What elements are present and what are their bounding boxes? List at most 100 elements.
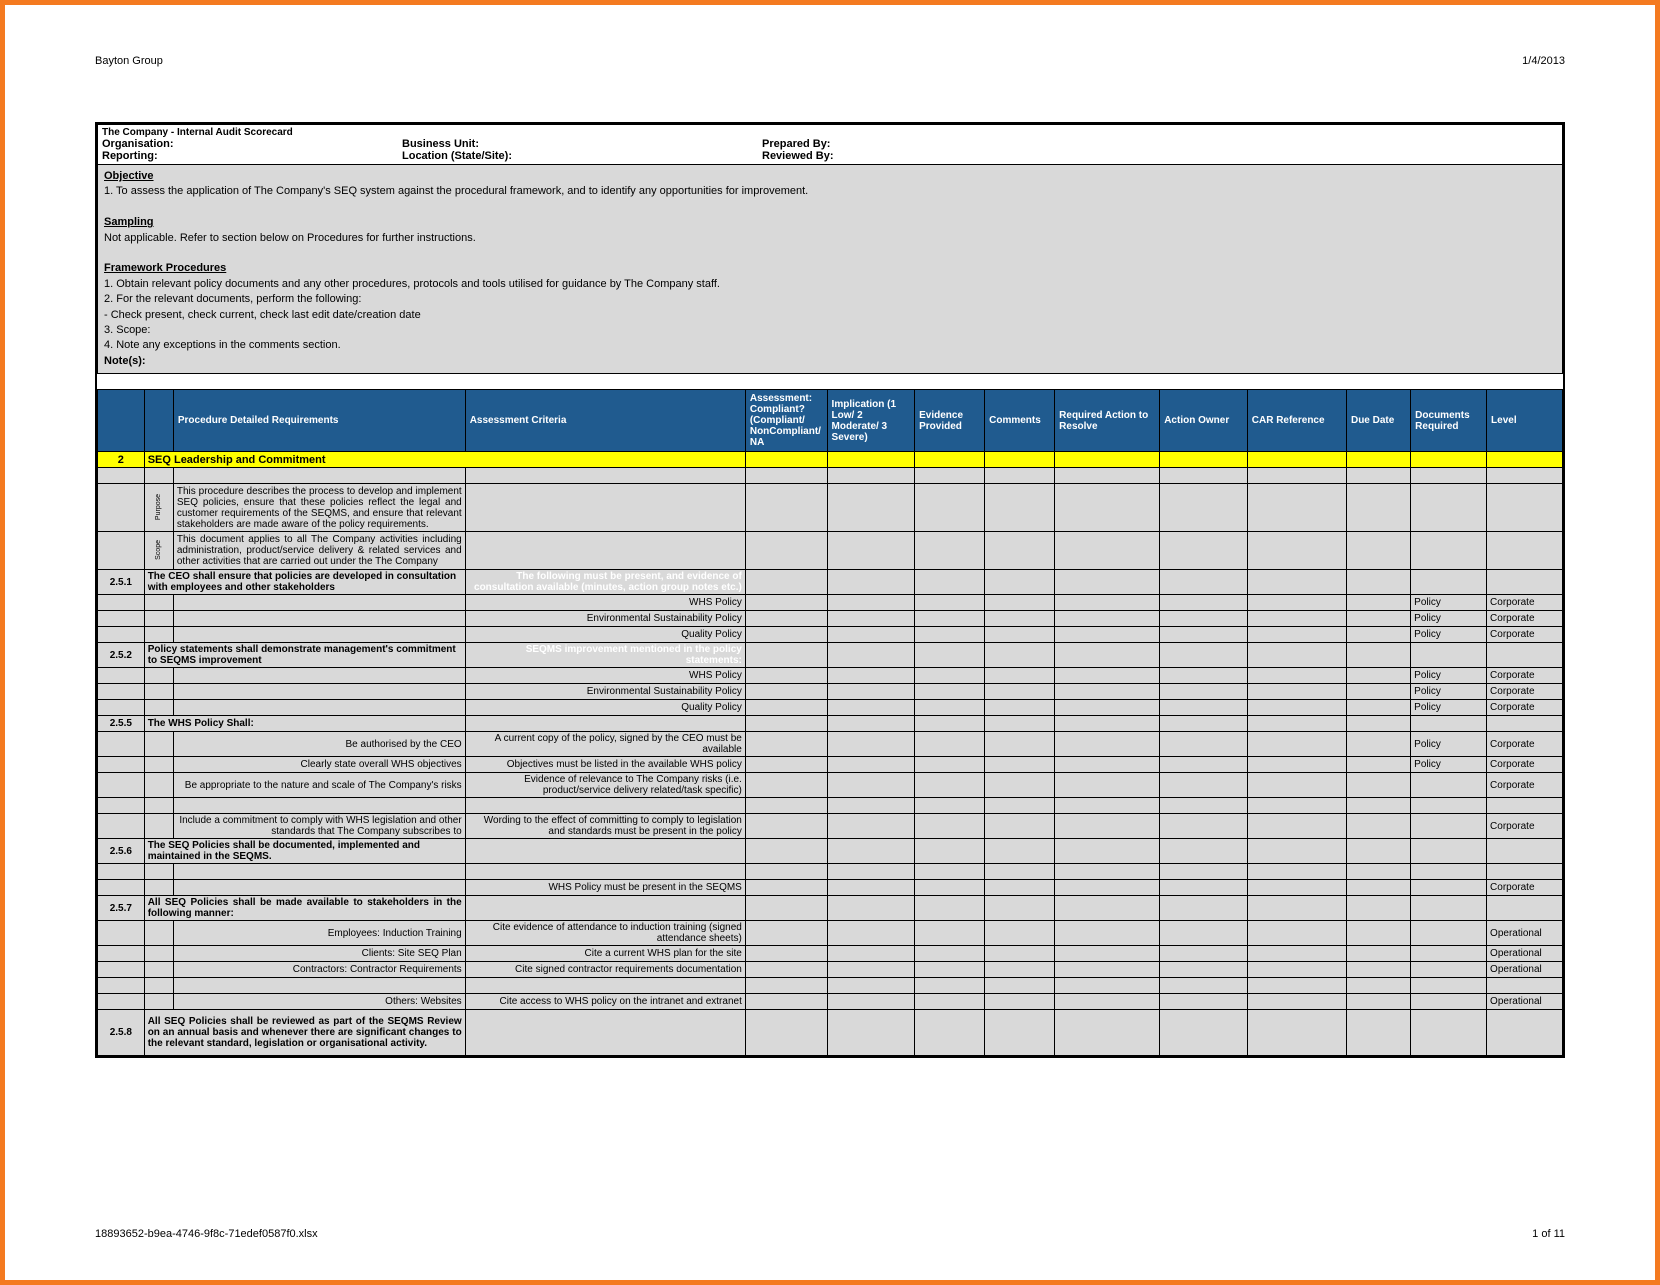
row-255: 2.5.5 The WHS Policy Shall: — [98, 716, 1563, 732]
cell-doc: Policy — [1411, 700, 1487, 716]
cell-req: Be appropriate to the nature and scale o… — [173, 773, 465, 798]
sec2-title: SEQ Leadership and Commitment — [144, 452, 745, 468]
section-2: 2 SEQ Leadership and Commitment — [98, 452, 1563, 468]
r256-req: The SEQ Policies shall be documented, im… — [144, 839, 465, 864]
sec2-num: 2 — [98, 452, 145, 468]
r251-num: 2.5.1 — [98, 570, 145, 595]
cell-doc: Policy — [1411, 684, 1487, 700]
table-row — [98, 978, 1563, 994]
cell-lvl: Corporate — [1487, 684, 1563, 700]
cell-req: Contractors: Contractor Requirements — [173, 962, 465, 978]
cell-lvl: Corporate — [1487, 668, 1563, 684]
table-row: Clearly state overall WHS objectivesObje… — [98, 757, 1563, 773]
table-row: Employees: Induction TrainingCite eviden… — [98, 921, 1563, 946]
row-256: 2.5.6 The SEQ Policies shall be document… — [98, 839, 1563, 864]
r252-req: Policy statements shall demonstrate mana… — [144, 643, 465, 668]
table-row: Quality PolicyPolicyCorporate — [98, 627, 1563, 643]
cell-ac: Quality Policy — [465, 700, 745, 716]
meta-rev: Reviewed By: — [762, 150, 1558, 162]
meta-loc: Location (State/Site): — [402, 150, 762, 162]
purpose-row: Purpose This procedure describes the pro… — [98, 484, 1563, 532]
r252-num: 2.5.2 — [98, 643, 145, 668]
cell-lvl: Corporate — [1487, 700, 1563, 716]
table-row: WHS Policy PolicyCorporate — [98, 668, 1563, 684]
table-row: Quality Policy PolicyCorporate — [98, 700, 1563, 716]
cell-ac: Quality Policy — [465, 627, 745, 643]
cell-req: Employees: Induction Training — [173, 921, 465, 946]
cell-lvl: Corporate — [1487, 880, 1563, 896]
row-257: 2.5.7 All SEQ Policies shall be made ava… — [98, 896, 1563, 921]
cell-lvl: Corporate — [1487, 627, 1563, 643]
cell-ac: WHS Policy — [465, 595, 745, 611]
footer-left: 18893652-b9ea-4746-9f8c-71edef0587f0.xls… — [95, 1228, 318, 1240]
col-ao: Action Owner — [1160, 390, 1248, 452]
r252-ac: SEQMS improvement mentioned in the polic… — [465, 643, 745, 668]
instructions: Objective 1. To assess the application o… — [97, 165, 1563, 374]
cell-doc: Policy — [1411, 757, 1487, 773]
col-com: Comments — [985, 390, 1055, 452]
col-ra: Required Action to Resolve — [1055, 390, 1160, 452]
row-258: 2.5.8 All SEQ Policies shall be reviewed… — [98, 1010, 1563, 1056]
col-ass: Assessment: Compliant? (Compliant/ NonCo… — [745, 390, 827, 452]
row-251: 2.5.1 The CEO shall ensure that policies… — [98, 570, 1563, 595]
cell-ac: Cite evidence of attendance to induction… — [465, 921, 745, 946]
table-row — [98, 864, 1563, 880]
fp-heading: Framework Procedures — [104, 262, 226, 274]
table-row: Include a commitment to comply with WHS … — [98, 814, 1563, 839]
cell-req: Others: Websites — [173, 994, 465, 1010]
cell-ac: Cite access to WHS policy on the intrane… — [465, 994, 745, 1010]
meta-prep: Prepared By: — [762, 138, 1558, 150]
r256-num: 2.5.6 — [98, 839, 145, 864]
fp-2a: - Check present, check current, check la… — [104, 309, 421, 321]
cell-lvl: Corporate — [1487, 611, 1563, 627]
cell-lvl: Corporate — [1487, 595, 1563, 611]
samp-text: Not applicable. Refer to section below o… — [104, 232, 476, 244]
cell-doc: Policy — [1411, 668, 1487, 684]
table-row: Others: WebsitesCite access to WHS polic… — [98, 994, 1563, 1010]
header-left: Bayton Group — [95, 55, 163, 67]
header-row: Procedure Detailed Requirements Assessme… — [98, 390, 1563, 452]
cell-ac: Wording to the effect of committing to c… — [465, 814, 745, 839]
scope-label: Scope — [144, 532, 173, 570]
table-row — [98, 798, 1563, 814]
r257-req: All SEQ Policies shall be made available… — [144, 896, 465, 921]
cell-ac: Environmental Sustainability Policy — [465, 611, 745, 627]
cell-lvl: Operational — [1487, 994, 1563, 1010]
table-row: WHS Policy must be present in the SEQMSC… — [98, 880, 1563, 896]
cell-doc: Policy — [1411, 732, 1487, 757]
cell-ac: Objectives must be listed in the availab… — [465, 757, 745, 773]
cell-lvl: Corporate — [1487, 732, 1563, 757]
cell-lvl: Corporate — [1487, 773, 1563, 798]
obj-text: 1. To assess the application of The Comp… — [104, 185, 808, 197]
meta-title: The Company - Internal Audit Scorecard — [102, 127, 293, 138]
col-ac: Assessment Criteria — [465, 390, 745, 452]
table-row: Clients: Site SEQ PlanCite a current WHS… — [98, 946, 1563, 962]
notes: Note(s): — [104, 355, 146, 367]
r251-ac: The following must be present, and evide… — [465, 570, 745, 595]
meta-org: Organisation: — [102, 138, 402, 150]
col-ev: Evidence Provided — [915, 390, 985, 452]
cell-ac: Cite signed contractor requirements docu… — [465, 962, 745, 978]
scope-row: Scope This document applies to all The C… — [98, 532, 1563, 570]
table-row: Be appropriate to the nature and scale o… — [98, 773, 1563, 798]
cell-doc: Policy — [1411, 611, 1487, 627]
cell-req: Clients: Site SEQ Plan — [173, 946, 465, 962]
table-row — [98, 468, 1563, 484]
r258-num: 2.5.8 — [98, 1010, 145, 1056]
cell-doc: Policy — [1411, 595, 1487, 611]
audit-table: Procedure Detailed Requirements Assessme… — [97, 389, 1563, 1056]
r255-num: 2.5.5 — [98, 716, 145, 732]
cell-ac: WHS Policy — [465, 668, 745, 684]
table-row: Environmental Sustainability Policy Polic… — [98, 611, 1563, 627]
fp-2: 2. For the relevant documents, perform t… — [104, 293, 361, 305]
table-row: Environmental Sustainability PolicyPolic… — [98, 684, 1563, 700]
cell-ac: Evidence of relevance to The Company ris… — [465, 773, 745, 798]
table-row: Be authorised by the CEOA current copy o… — [98, 732, 1563, 757]
r257-num: 2.5.7 — [98, 896, 145, 921]
document-frame: The Company - Internal Audit Scorecard O… — [95, 122, 1565, 1058]
r251-req: The CEO shall ensure that policies are d… — [144, 570, 465, 595]
row-252: 2.5.2 Policy statements shall demonstrat… — [98, 643, 1563, 668]
header-right: 1/4/2013 — [1522, 55, 1565, 67]
r255-req: The WHS Policy Shall: — [144, 716, 465, 732]
scope-text: This document applies to all The Company… — [173, 532, 465, 570]
